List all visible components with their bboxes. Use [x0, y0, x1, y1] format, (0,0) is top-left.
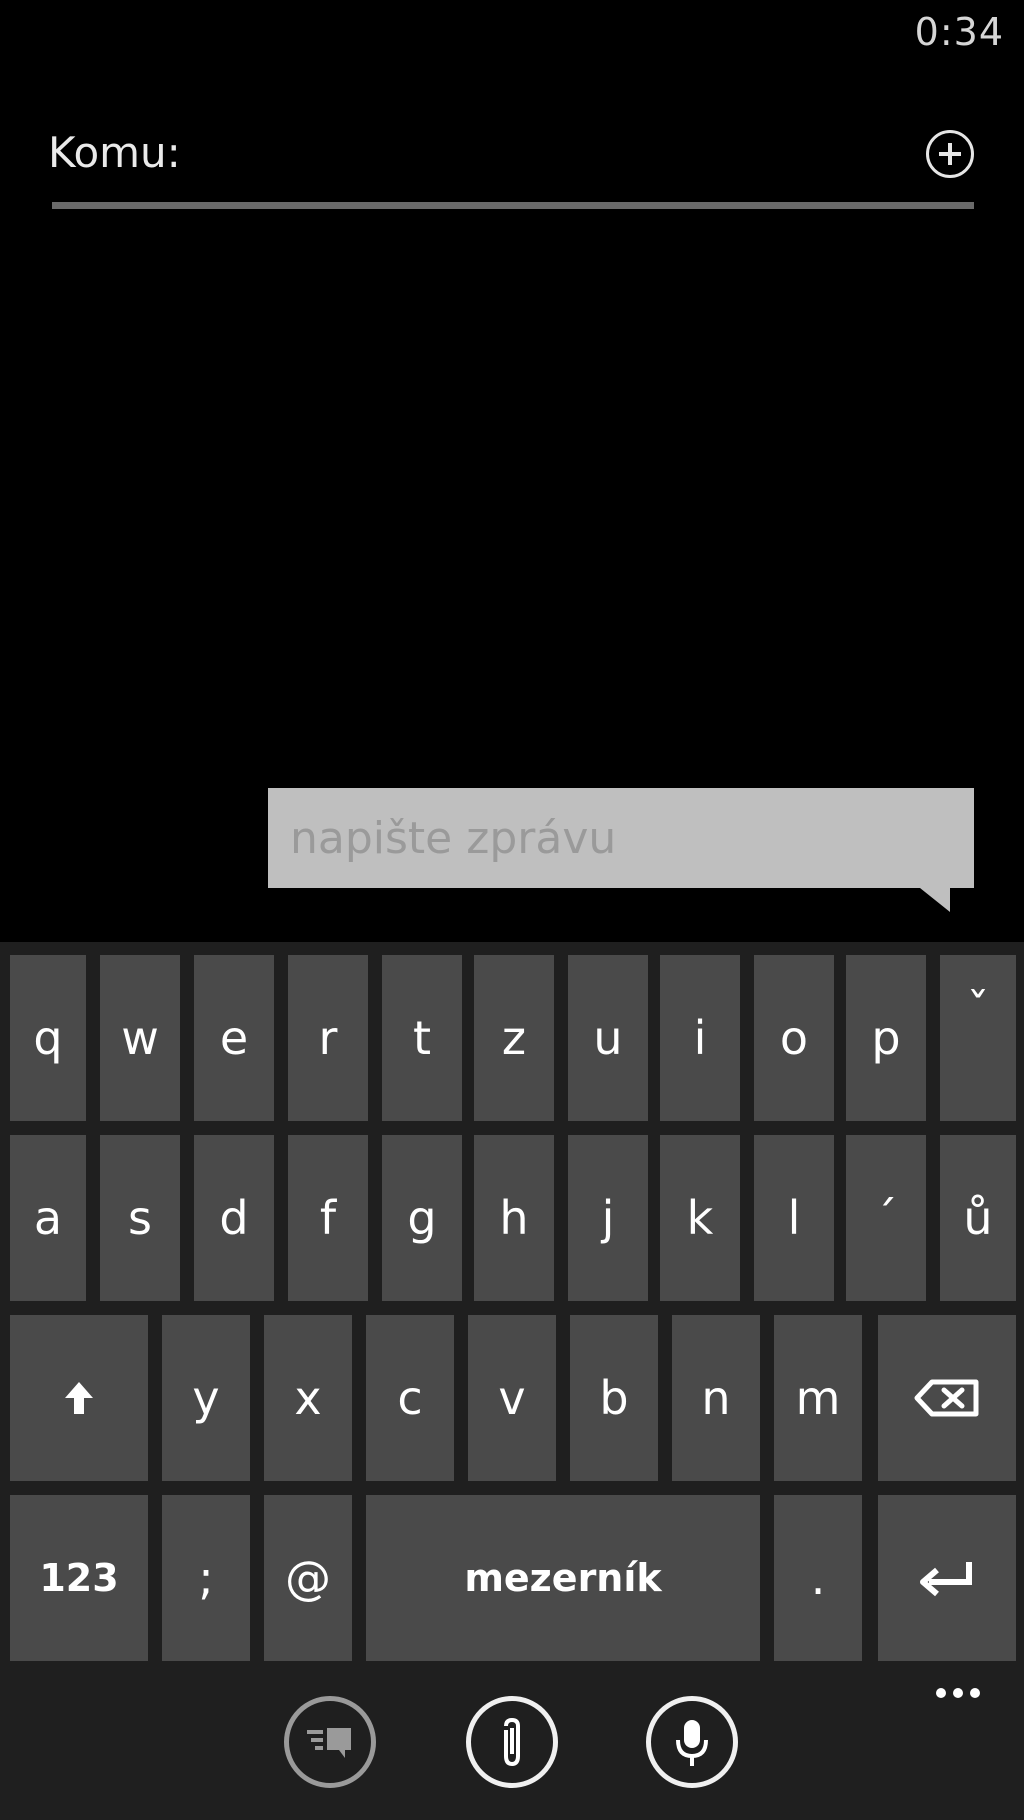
recipient-input-underline[interactable]: [52, 202, 974, 209]
key-i[interactable]: i: [660, 955, 740, 1121]
shift-arrow-icon: [65, 1382, 93, 1414]
key-t[interactable]: t: [382, 955, 462, 1121]
key-c[interactable]: c: [366, 1315, 454, 1481]
key-v[interactable]: v: [468, 1315, 556, 1481]
space-key[interactable]: mezerník: [366, 1495, 760, 1661]
key-j[interactable]: j: [568, 1135, 648, 1301]
message-input[interactable]: napište zprávu: [268, 788, 974, 888]
attach-icon: [504, 1717, 520, 1767]
key-h[interactable]: h: [474, 1135, 554, 1301]
key-a[interactable]: a: [10, 1135, 86, 1301]
key-f[interactable]: f: [288, 1135, 368, 1301]
key-l[interactable]: l: [754, 1135, 834, 1301]
to-label: Komu:: [48, 128, 181, 177]
key-n[interactable]: n: [672, 1315, 760, 1481]
backspace-key[interactable]: [878, 1315, 1016, 1481]
key-m[interactable]: m: [774, 1315, 862, 1481]
key-u-ring[interactable]: ů: [940, 1135, 1016, 1301]
more-dot: [936, 1688, 946, 1698]
plus-icon: [939, 143, 961, 165]
compose-bubble-tail: [920, 888, 950, 912]
key-k[interactable]: k: [660, 1135, 740, 1301]
key-caron[interactable]: ˇ: [940, 955, 1016, 1121]
key-period[interactable]: .: [774, 1495, 862, 1661]
voice-button[interactable]: [646, 1696, 738, 1788]
key-p[interactable]: p: [846, 955, 926, 1121]
key-semicolon[interactable]: ;: [162, 1495, 250, 1661]
status-time: 0:34: [914, 10, 1004, 54]
more-button[interactable]: [936, 1688, 980, 1698]
quick-reply-icon: [307, 1728, 351, 1758]
microphone-icon: [676, 1720, 708, 1766]
message-placeholder: napište zprávu: [290, 812, 617, 864]
key-r[interactable]: r: [288, 955, 368, 1121]
enter-icon: [920, 1562, 972, 1597]
key-o[interactable]: o: [754, 955, 834, 1121]
more-dot: [970, 1688, 980, 1698]
more-dot: [953, 1688, 963, 1698]
key-g[interactable]: g: [382, 1135, 462, 1301]
key-q[interactable]: q: [10, 955, 86, 1121]
key-y[interactable]: y: [162, 1315, 250, 1481]
key-u[interactable]: u: [568, 955, 648, 1121]
key-e[interactable]: e: [194, 955, 274, 1121]
key-at[interactable]: @: [264, 1495, 352, 1661]
add-recipient-button[interactable]: [926, 130, 974, 178]
numbers-key[interactable]: 123: [10, 1495, 148, 1661]
enter-key[interactable]: [878, 1495, 1016, 1661]
key-acute[interactable]: ´: [846, 1135, 926, 1301]
key-z[interactable]: z: [474, 955, 554, 1121]
quick-reply-button[interactable]: [284, 1696, 376, 1788]
key-d[interactable]: d: [194, 1135, 274, 1301]
attach-button[interactable]: [466, 1696, 558, 1788]
key-x[interactable]: x: [264, 1315, 352, 1481]
key-w[interactable]: w: [100, 955, 180, 1121]
backspace-icon: [914, 1379, 979, 1417]
key-s[interactable]: s: [100, 1135, 180, 1301]
key-b[interactable]: b: [570, 1315, 658, 1481]
shift-key[interactable]: [10, 1315, 148, 1481]
